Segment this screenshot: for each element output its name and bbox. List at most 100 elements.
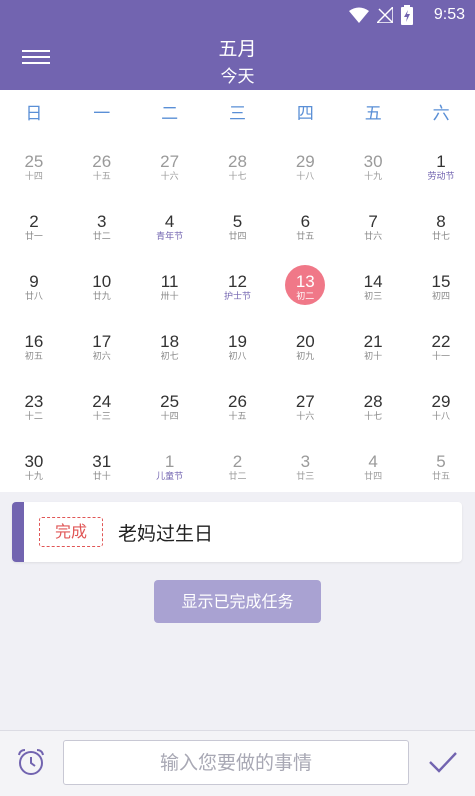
- lunar-date: 廿二: [228, 472, 247, 482]
- day-cell[interactable]: 5 廿四: [204, 192, 272, 252]
- day-cell[interactable]: 8 廿七: [407, 192, 475, 252]
- day-number: 25: [160, 392, 180, 411]
- day-cell[interactable]: 25 十四: [136, 372, 204, 432]
- lunar-date: 十七: [364, 412, 383, 422]
- day-cell[interactable]: 16 初五: [0, 312, 68, 372]
- day-cell[interactable]: 20 初九: [271, 312, 339, 372]
- day-cell-today[interactable]: 13 初二: [271, 252, 339, 312]
- task-item[interactable]: 完成 老妈过生日: [12, 502, 462, 562]
- day-cell[interactable]: 15 初四: [407, 252, 475, 312]
- day-number: 3: [97, 212, 107, 231]
- lunar-date: 十八: [431, 412, 450, 422]
- month-title: 五月: [218, 38, 257, 60]
- task-input[interactable]: [63, 740, 409, 785]
- checkmark-icon[interactable]: [428, 749, 458, 775]
- show-completed-button[interactable]: 显示已完成任务: [154, 580, 321, 623]
- day-cell[interactable]: 2 廿二: [204, 432, 272, 492]
- day-number: 8: [436, 212, 446, 231]
- day-cell[interactable]: 7 廿六: [339, 192, 407, 252]
- day-number: 3: [300, 452, 311, 471]
- day-cell[interactable]: 27 十六: [271, 372, 339, 432]
- day-cell[interactable]: 26 十五: [68, 132, 136, 192]
- day-cell[interactable]: 1 劳动节: [407, 132, 475, 192]
- day-number: 14: [363, 272, 383, 291]
- day-cell[interactable]: 9 廿八: [0, 252, 68, 312]
- lunar-date: 初八: [228, 352, 247, 362]
- day-number: 25: [24, 152, 44, 171]
- day-number: 30: [363, 152, 383, 171]
- festival-label: 劳动节: [427, 172, 455, 182]
- lunar-date: 十七: [228, 172, 247, 182]
- day-number: 28: [363, 392, 383, 411]
- day-number: 24: [92, 392, 112, 411]
- festival-label: 儿童节: [156, 472, 184, 482]
- day-cell[interactable]: 10 廿九: [68, 252, 136, 312]
- lunar-date: 十六: [160, 172, 179, 182]
- day-cell[interactable]: 3 廿二: [68, 192, 136, 252]
- day-cell[interactable]: 30 十九: [0, 432, 68, 492]
- day-cell[interactable]: 26 十五: [204, 372, 272, 432]
- lunar-date: 廿六: [364, 232, 383, 242]
- day-cell[interactable]: 5 廿五: [407, 432, 475, 492]
- day-number: 4: [164, 212, 175, 231]
- task-title: 老妈过生日: [118, 523, 214, 545]
- lunar-date: 初十: [364, 352, 383, 362]
- lunar-date: 十八: [296, 172, 315, 182]
- lunar-date: 初九: [296, 352, 315, 362]
- day-cell[interactable]: 21 初十: [339, 312, 407, 372]
- day-number: 29: [431, 392, 451, 411]
- lunar-date: 初七: [160, 352, 179, 362]
- day-cell[interactable]: 17 初六: [68, 312, 136, 372]
- day-cell[interactable]: 28 十七: [204, 132, 272, 192]
- day-number: 23: [24, 392, 44, 411]
- day-number: 1: [436, 152, 446, 171]
- lunar-date: 十六: [296, 412, 315, 422]
- day-cell[interactable]: 31 廿十: [68, 432, 136, 492]
- today-button[interactable]: 今天: [0, 62, 475, 87]
- completed-badge: 完成: [39, 517, 103, 547]
- day-cell[interactable]: 23 十二: [0, 372, 68, 432]
- day-cell[interactable]: 25 十四: [0, 132, 68, 192]
- lunar-date: 初三: [364, 292, 383, 302]
- day-cell[interactable]: 4 青年节: [136, 192, 204, 252]
- day-number: 21: [363, 332, 383, 351]
- day-number: 15: [431, 272, 451, 291]
- app-header: 9:53 五月 今天: [0, 0, 475, 90]
- lunar-date: 廿四: [364, 472, 383, 482]
- day-cell[interactable]: 24 十三: [68, 372, 136, 432]
- day-cell[interactable]: 29 十八: [407, 372, 475, 432]
- day-cell[interactable]: 6 廿五: [271, 192, 339, 252]
- calendar: 日 一 二 三 四 五 六 25 十四 26 十五 27 十六 28 十七 29 十八 30 十九 1 劳…: [0, 90, 475, 492]
- weekday-label: 五: [364, 103, 382, 124]
- day-number: 26: [92, 152, 112, 171]
- day-cell[interactable]: 30 十九: [339, 132, 407, 192]
- lunar-date: 廿八: [24, 292, 43, 302]
- wifi-icon: [349, 7, 369, 23]
- day-number: 1: [164, 452, 175, 471]
- alarm-clock-icon[interactable]: [16, 747, 46, 777]
- day-number: 2: [232, 452, 243, 471]
- day-cell[interactable]: 3 廿三: [271, 432, 339, 492]
- day-number: 2: [29, 212, 39, 231]
- day-number: 27: [160, 152, 180, 171]
- day-number: 29: [295, 152, 315, 171]
- lunar-date: 初二: [296, 292, 315, 302]
- day-cell[interactable]: 19 初八: [204, 312, 272, 372]
- day-cell[interactable]: 29 十八: [271, 132, 339, 192]
- lunar-date: 十五: [228, 412, 247, 422]
- day-grid: 25 十四 26 十五 27 十六 28 十七 29 十八 30 十九 1 劳动节 2 廿一 3 廿二 4 青年节 5 廿…: [0, 132, 475, 492]
- day-cell[interactable]: 28 十七: [339, 372, 407, 432]
- day-cell[interactable]: 14 初三: [339, 252, 407, 312]
- weekday-label: 四: [296, 103, 314, 124]
- day-cell[interactable]: 4 廿四: [339, 432, 407, 492]
- day-cell[interactable]: 2 廿一: [0, 192, 68, 252]
- day-cell[interactable]: 1 儿童节: [136, 432, 204, 492]
- day-cell[interactable]: 11 卅十: [136, 252, 204, 312]
- lunar-date: 初五: [24, 352, 43, 362]
- day-cell[interactable]: 12 护士节: [204, 252, 272, 312]
- day-cell[interactable]: 27 十六: [136, 132, 204, 192]
- status-icons: [349, 5, 413, 25]
- day-cell[interactable]: 18 初七: [136, 312, 204, 372]
- day-cell[interactable]: 22 十一: [407, 312, 475, 372]
- lunar-date: 廿五: [296, 232, 315, 242]
